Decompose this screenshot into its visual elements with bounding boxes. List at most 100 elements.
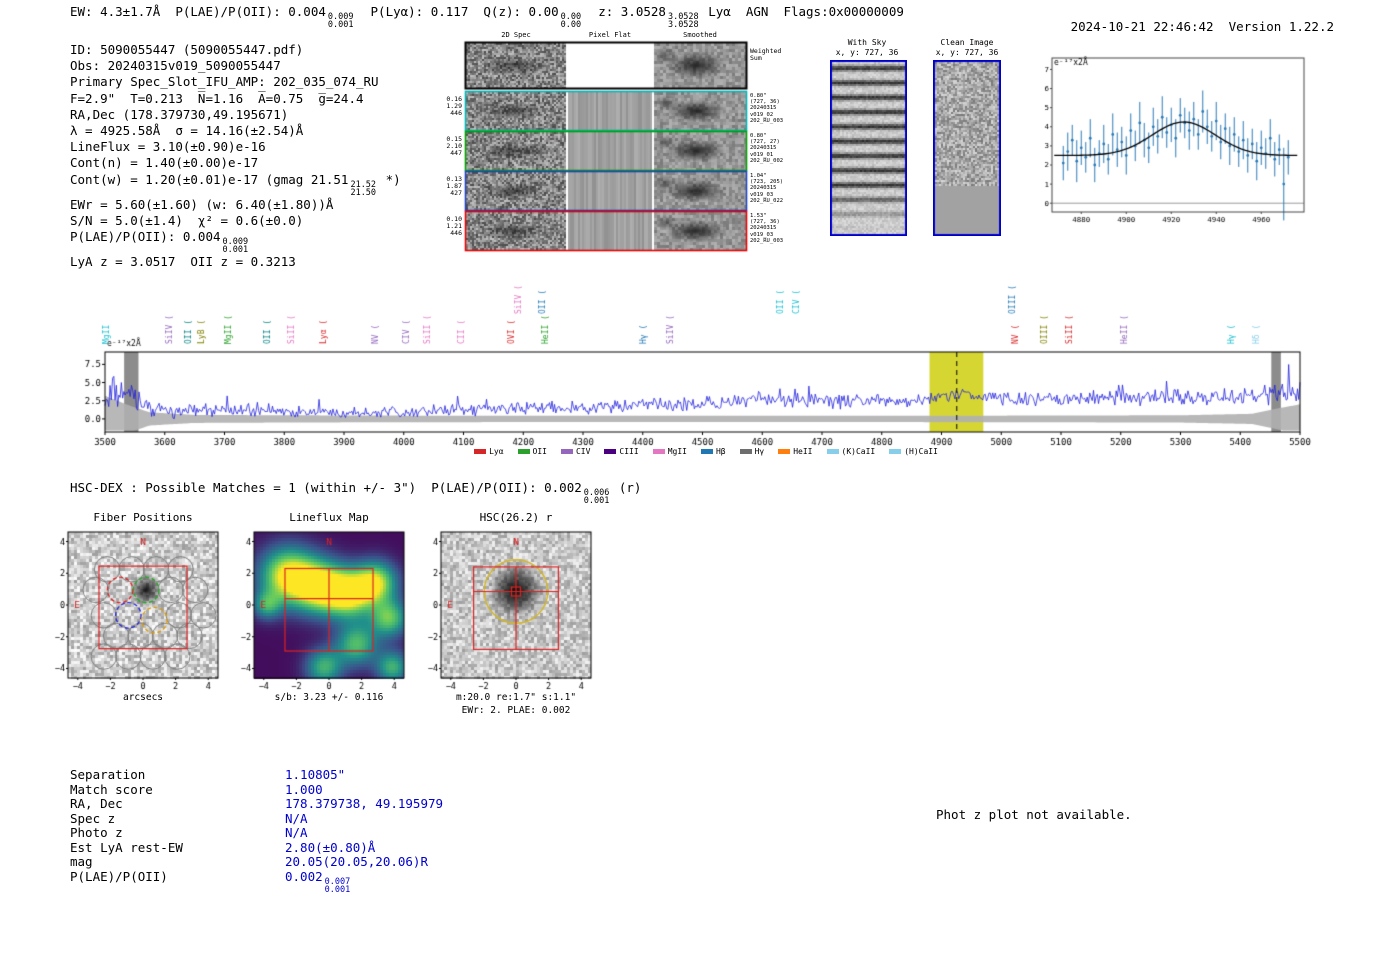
stacked-uncertainty: 0.006 0.001: [583, 488, 610, 506]
cutout-row-weights: 0.15 2.10 447: [446, 135, 462, 157]
header-summary-line: EW: 4.3±1.7Å P(LAE)/P(OII): 0.004 0.009 0.…: [70, 4, 904, 30]
legend-label: (K)CaII: [841, 447, 876, 456]
legend-label: Hγ: [754, 447, 765, 456]
legend-label: CIII: [619, 447, 639, 456]
header-datetime: 2024-10-21 22:46:42 Version 1.22.2: [1056, 4, 1334, 34]
legend-item: HeII: [778, 447, 813, 456]
cutout-row-meta: 1.04" (723, 205) 20240315 v019_03 202_RU_022: [750, 173, 784, 204]
match-row: RA, Dec 178.379738, 49.195979: [70, 797, 443, 812]
stacked-uncertainty: 3.0528 3.0528: [667, 12, 699, 30]
match-label: mag: [70, 854, 93, 870]
match-label: Match score: [70, 781, 153, 797]
legend-label: (H)CaII: [904, 447, 938, 456]
legend-item: Lyα: [474, 447, 504, 456]
legend-swatch: [778, 449, 791, 454]
legend-label: Hβ: [715, 447, 726, 456]
hsc-caption-1: m:20.0 re:1.7" s:1.1": [455, 692, 577, 703]
hsc-caption-2: EWr: 2. PLAE: 0.002: [461, 705, 571, 716]
stacked-uncertainty: 0.009 0.001: [222, 237, 249, 256]
info-line-9: Cont(w) = 1.20(±0.01)e-17 (gmag 21.51 21.…: [70, 171, 401, 198]
match-row: Photo z N/A: [70, 826, 443, 841]
match-value: N/A: [285, 825, 308, 841]
info-line-5: RA,Dec (178.379730,49.195671): [70, 106, 289, 122]
info-line-6: λ = 4925.58Å σ = 14.16(±2.54)Å: [70, 123, 304, 139]
legend-swatch: [826, 449, 839, 454]
match-value: N/A: [285, 810, 308, 826]
match-label: Est LyA rest-EW: [70, 839, 183, 855]
legend-swatch: [739, 449, 752, 454]
legend-item: (K)CaII: [826, 447, 876, 456]
info-line-11: S/N = 5.0(±1.4) χ² = 0.6(±0.0): [70, 212, 304, 228]
hsc-cutout-title: HSC(26.2) r: [479, 511, 553, 524]
match-row: P(LAE)/P(OII) 0.002 0.007 0.001: [70, 868, 443, 895]
clean-image-title: Clean Image x, y: 727, 36: [912, 38, 1022, 57]
legend-item: MgII: [652, 447, 687, 456]
legend-swatch: [889, 449, 902, 454]
legend-item: OII: [517, 447, 547, 456]
info-line-4: F=2.9" T=0.213 N̅=1.16 A̅=0.75 g̅=24.4: [70, 90, 364, 106]
info-line-2: Obs: 20240315v019_5090055447: [70, 58, 281, 74]
line-fit-zoom-plot: [1036, 48, 1308, 226]
info-line-1: ID: 5090055447 (5090055447.pdf): [70, 42, 304, 57]
info-line-8: Cont(n) = 1.40(±0.00)e-17: [70, 155, 259, 171]
legend-label: CIV: [575, 447, 591, 456]
legend-swatch: [700, 449, 713, 454]
match-value: 20.05(20.05,20.06)R: [285, 854, 428, 870]
clean-image-title-text: Clean Image: [940, 38, 994, 47]
legend-item: Hγ: [739, 447, 765, 456]
cutout-row-meta: 0.80" (727, 27) 20240315 v019_01 202_RU_002: [750, 133, 784, 164]
match-value: 0.002 0.007 0.001: [285, 868, 351, 895]
cutout-row-meta: 1.53" (727, 36) 20240315 v019_03 202_RU_003: [750, 213, 784, 244]
match-label: Photo z: [70, 825, 123, 841]
legend-label: Lyα: [489, 447, 504, 456]
match-label: RA, Dec: [70, 796, 123, 812]
clean-image-xy: x, y: 727, 36: [935, 47, 999, 57]
cutout-row-weights: 0.10 1.21 446: [446, 215, 462, 237]
match-label: Separation: [70, 767, 146, 782]
match-row: Separation 1.10805": [70, 767, 443, 783]
lineflux-map-canvas: [224, 524, 412, 690]
with-sky-title: With Sky x, y: 727, 36: [812, 38, 922, 57]
match-row: Spec z N/A: [70, 810, 443, 827]
lineflux-map-title: Lineflux Map: [289, 511, 369, 524]
legend-swatch: [517, 449, 530, 454]
cutout-row-weights: 0.13 1.87 427: [446, 175, 462, 197]
legend-item: CIV: [560, 447, 591, 456]
legend-swatch: [474, 449, 487, 454]
fiber-positions-canvas: [38, 524, 226, 690]
legend-swatch: [560, 449, 573, 454]
with-sky-xy: x, y: 727, 36: [835, 47, 899, 57]
with-sky-canvas: [830, 60, 907, 236]
match-row: mag 20.05(20.05,20.06)R: [70, 855, 443, 870]
match-label: P(LAE)/P(OII): [70, 868, 168, 884]
match-value: 1.000: [285, 781, 323, 797]
legend-item: CIII: [604, 447, 639, 456]
stacked-uncertainty: 0.007 0.001: [324, 876, 351, 895]
hsc-cutout-canvas: [411, 524, 599, 690]
legend-label: OII: [532, 447, 547, 456]
spectrum-line-legend: Lyα OII CIV CIII MgII Hβ Hγ HeII (K)CaII (H)CaII: [60, 447, 1352, 456]
legend-swatch: [604, 449, 617, 454]
clean-image-canvas: [933, 60, 1001, 236]
legend-item: (H)CaII: [889, 447, 938, 456]
hsc-dex-match-line: HSC-DEX : Possible Matches = 1 (within +…: [70, 480, 642, 506]
match-value: 178.379738, 49.195979: [285, 796, 444, 812]
catalog-match-table: Separation 1.10805" Match score 1.000 RA, De…: [70, 767, 443, 895]
fiber-positions-title: Fiber Positions: [93, 511, 193, 524]
stacked-uncertainty: 0.00 0.00: [560, 12, 582, 30]
cutout-row-weights: 0.16 1.29 446: [446, 95, 462, 117]
match-row: Match score 1.000: [70, 781, 443, 798]
match-row: Est LyA rest-EW 2.80(±0.80)Å: [70, 839, 443, 856]
weighted-sum-label: Weighted Sum: [750, 48, 781, 62]
info-line-10: EWr = 5.60(±1.60) (w: 6.40(±1.80))Å: [70, 196, 334, 212]
report-version: Version 1.22.2: [1228, 19, 1334, 34]
elixer-report-page: { "meta": {"generated": "2024-10-21 22:4…: [0, 0, 1400, 953]
weighted-sum-line: Sum: [750, 54, 762, 62]
info-line-7: LineFlux = 3.10(±0.90)e-16: [70, 139, 266, 155]
detection-info-block: ID: 5090055447 (5090055447.pdf) Obs: 2024…: [70, 42, 401, 270]
legend-label: HeII: [793, 447, 813, 456]
fiber-2d-cutouts-canvas: [440, 30, 795, 255]
legend-label: MgII: [667, 447, 687, 456]
lineflux-caption: s/b: 3.23 +/- 0.116: [274, 692, 384, 703]
info-line-12: P(LAE)/P(OII): 0.004 0.009 0.001: [70, 229, 249, 256]
